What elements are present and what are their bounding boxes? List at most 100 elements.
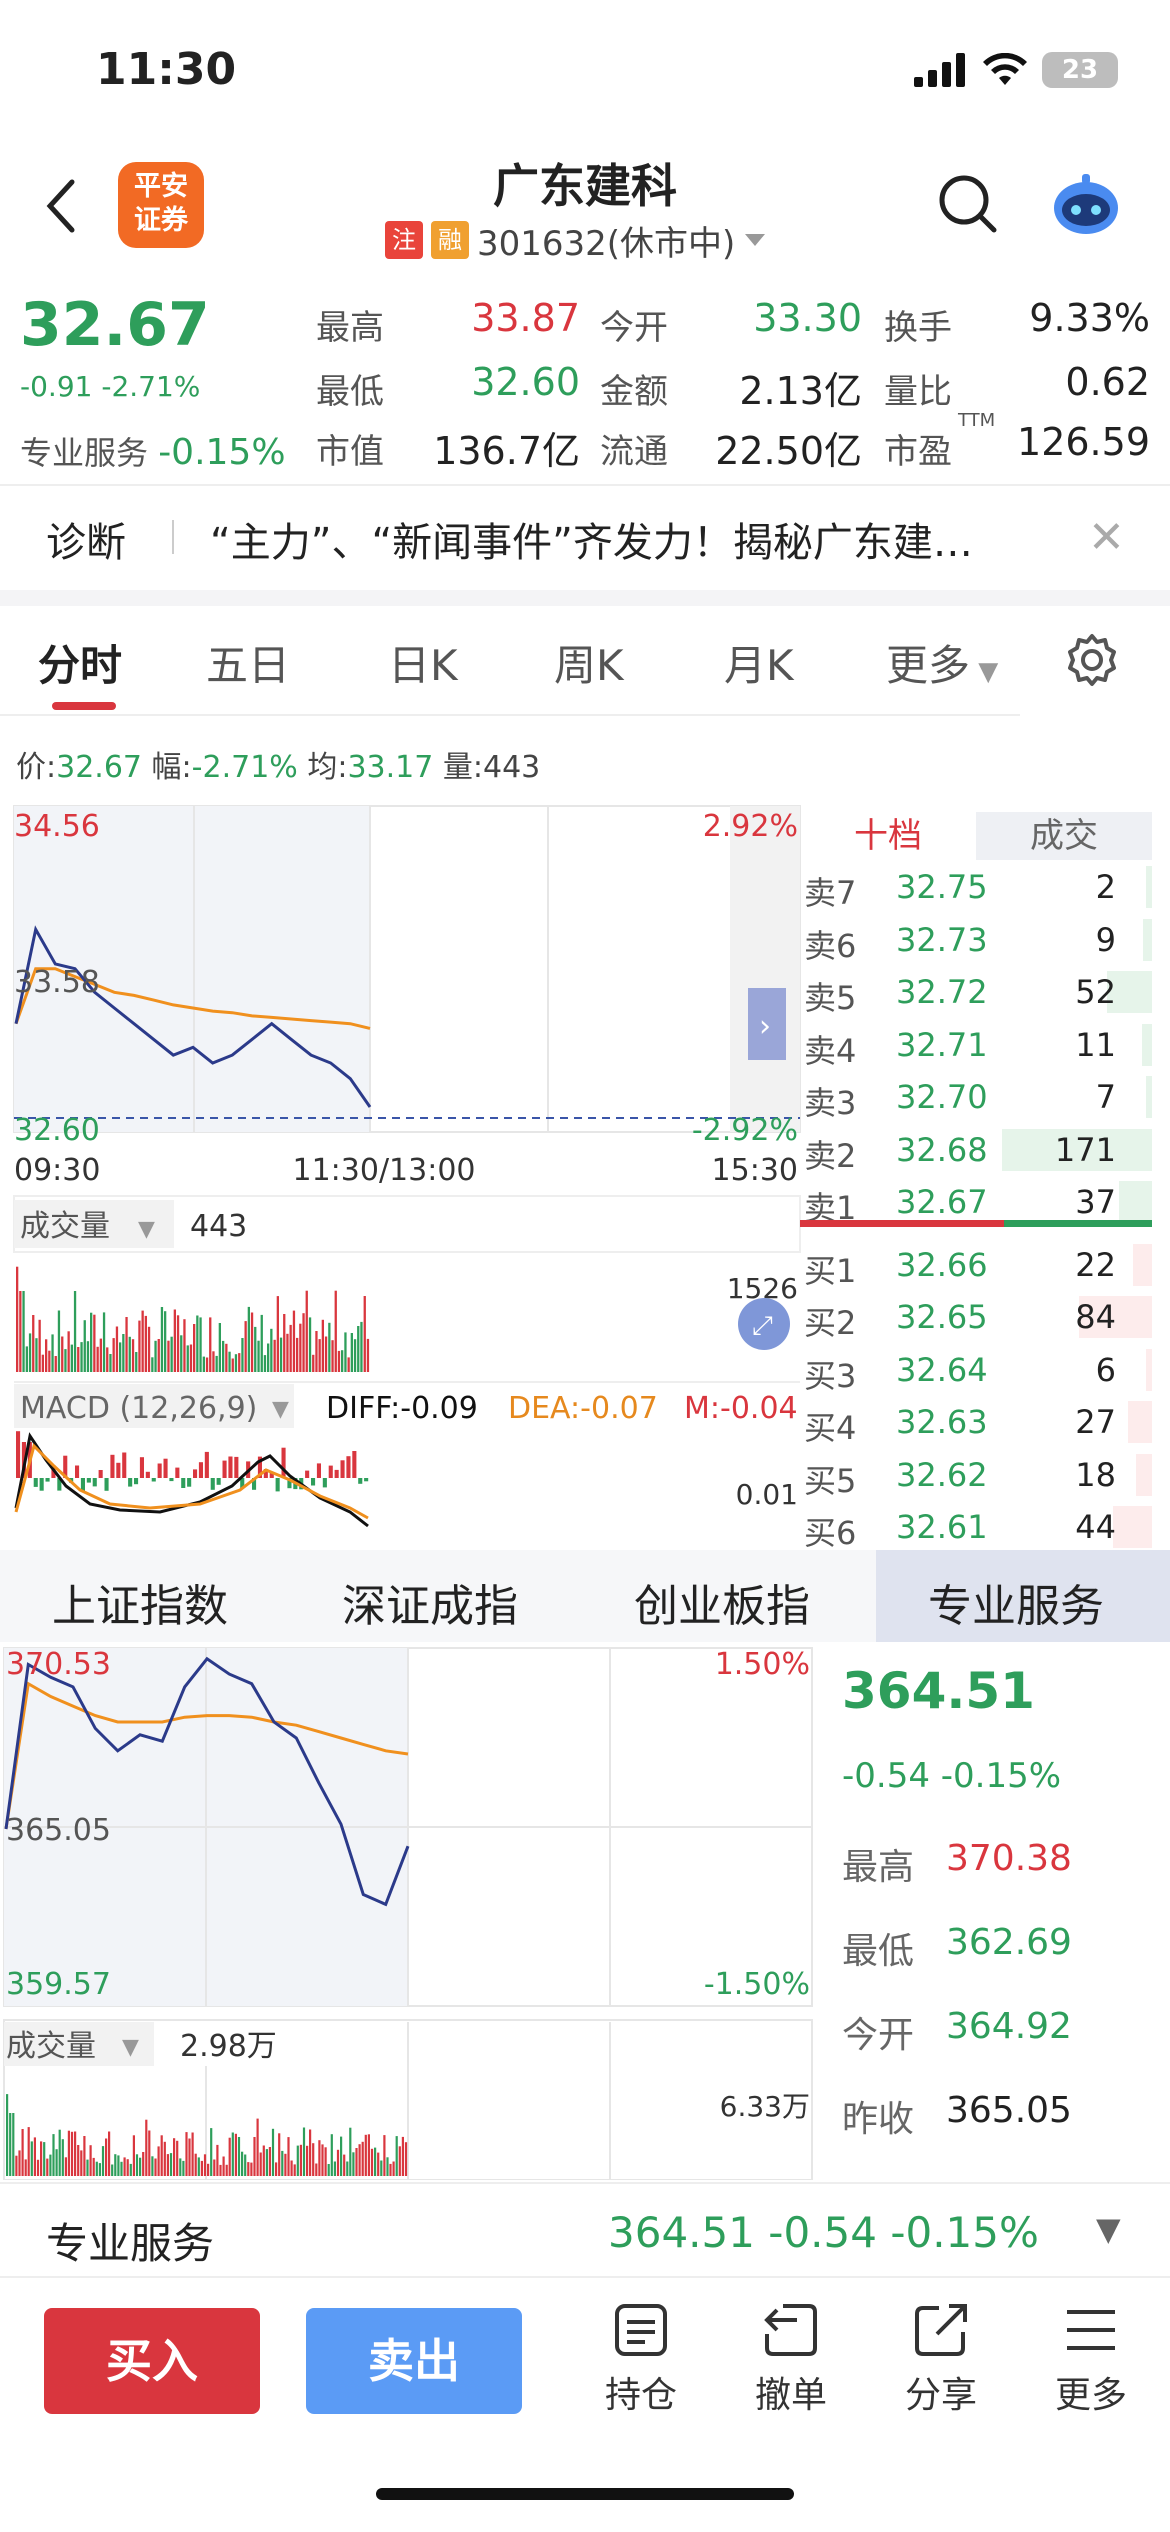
volume-bar (114, 2154, 117, 2176)
volume-bar (284, 2153, 287, 2176)
volume-bar (241, 1338, 244, 1372)
bid-row[interactable]: 买5 32.62 18 (800, 1448, 1152, 1500)
volume-bar (148, 2130, 151, 2176)
tab-trades[interactable]: 成交 (976, 812, 1152, 860)
tab-monthly-k[interactable]: 月K (724, 632, 794, 693)
ask-bid-divider (1004, 1220, 1152, 1227)
volume-bar (160, 2135, 163, 2176)
ask-row[interactable]: 卖7 32.75 2 (800, 860, 1152, 912)
search-icon[interactable] (934, 170, 1002, 238)
more-button[interactable]: 更多 (1026, 2300, 1156, 2418)
volume-bar (231, 2132, 234, 2176)
order-price: 32.73 (896, 920, 988, 959)
depth-bar (1132, 1243, 1152, 1286)
volume-bar (234, 1354, 238, 1372)
sector-name[interactable]: 专业服务 (46, 2210, 214, 2271)
intraday-chart[interactable]: 34.56 33.58 32.60 2.92% -2.92% › 09:30 1… (0, 796, 804, 1556)
volume-bar (257, 1340, 260, 1372)
volume-bar (134, 1478, 139, 1485)
sector-change[interactable]: 专业服务 -0.15% (20, 428, 286, 474)
caret-down-icon: ▼ (970, 657, 999, 687)
volume-bar (54, 1356, 57, 1372)
volume-bar (276, 1296, 279, 1372)
volume-bar (212, 1351, 215, 1372)
volume-bar (49, 2154, 52, 2176)
more-menu-icon (1067, 2310, 1115, 2350)
tab-shanghai-index[interactable]: 上证指数 (52, 1570, 228, 1634)
tab-daily-k[interactable]: 日K (388, 632, 458, 693)
order-price: 32.71 (896, 1025, 988, 1064)
volume-bar (346, 2161, 349, 2176)
volume-bar (207, 2163, 210, 2176)
volume-bar (222, 1460, 227, 1478)
news-headline[interactable]: “主力”、“新闻事件”齐发力！揭秘广东建… (210, 510, 1060, 568)
quote-field-label: 市盈 (884, 432, 952, 472)
ask-row[interactable]: 卖3 32.70 7 (800, 1070, 1152, 1122)
order-price: 32.72 (896, 973, 988, 1011)
buy-button[interactable]: 买入 (44, 2308, 260, 2414)
tab-more[interactable]: 更多 ▼ (886, 632, 998, 693)
volume-bar (95, 2161, 98, 2176)
volume-bar (105, 2138, 108, 2176)
tab-intraday[interactable]: 分时 (38, 632, 122, 693)
volume-bar (61, 2139, 64, 2176)
volume-bar (157, 1339, 160, 1372)
tab-shenzhen-index[interactable]: 深证成指 (342, 1570, 518, 1634)
caret-down-icon[interactable]: ▼ (1096, 2210, 1121, 2248)
index-chart[interactable]: 370.53 365.05 359.57 1.50% -1.50% 成交量 ▼ … (0, 1644, 820, 2180)
volume-bar (125, 1317, 128, 1372)
volume-bar (151, 1357, 154, 1372)
quote-field-value: 2.13亿 (739, 369, 862, 413)
bid-row[interactable]: 买3 32.64 6 (800, 1343, 1152, 1395)
tab-weekly-k[interactable]: 周K (554, 632, 624, 693)
ask-row[interactable]: 卖6 32.73 9 (800, 913, 1152, 965)
settings-gear-icon[interactable] (1064, 632, 1120, 688)
status-time: 11:30 (96, 44, 237, 95)
volume-bar (244, 2154, 247, 2176)
volume-bar (340, 2136, 343, 2176)
depth-bar (1146, 1076, 1152, 1118)
expand-icon: ⤢ (752, 1311, 773, 1341)
volume-bar (273, 1339, 276, 1372)
ask-row[interactable]: 卖4 32.71 11 (800, 1018, 1152, 1070)
volume-bar (70, 2131, 74, 2176)
stock-code-selector[interactable]: 注 融 301632(休市中) (385, 218, 767, 264)
cancel-order-button[interactable]: 撤单 (726, 2300, 856, 2418)
tab-order-book[interactable]: 十档 (800, 812, 976, 860)
bid-row[interactable]: 买1 32.66 22 (800, 1238, 1152, 1290)
share-button[interactable]: 分享 (876, 2300, 1006, 2418)
tab-sector-professional-services[interactable]: 专业服务 (928, 1570, 1104, 1634)
volume-bar (374, 2147, 377, 2176)
tab-five-day[interactable]: 五日 (206, 632, 290, 693)
volume-bar (202, 1356, 205, 1372)
volume-bar (340, 1460, 345, 1478)
sell-button[interactable]: 卖出 (306, 2308, 522, 2414)
volume-bar (361, 2141, 364, 2176)
volume-bar (86, 1341, 90, 1372)
amp-value: -2.71% (191, 750, 298, 785)
volume-bar (18, 2150, 21, 2176)
vol-value: 443 (483, 750, 541, 785)
volume-bar (126, 2159, 129, 2176)
tab-chinext-index[interactable]: 创业板指 (634, 1570, 810, 1634)
bid-row[interactable]: 买2 32.65 84 (800, 1290, 1152, 1342)
volume-bar (131, 1339, 135, 1372)
quote-field-value: 33.87 (471, 296, 580, 340)
close-icon[interactable]: ✕ (1088, 512, 1125, 563)
quote-field-value: 22.50亿 (715, 429, 862, 473)
ask-row[interactable]: 卖2 32.68 171 (800, 1123, 1152, 1175)
caret-down-icon: ▼ (122, 2035, 139, 2060)
volume-bar (228, 1456, 233, 1478)
volume-bar (40, 2141, 43, 2176)
volume-bar (278, 2133, 281, 2176)
bid-row[interactable]: 买4 32.63 27 (800, 1395, 1152, 1447)
volume-bar (241, 2151, 244, 2176)
volume-bar (312, 1354, 315, 1372)
robot-assistant-icon[interactable] (1048, 170, 1124, 238)
diagnosis-label[interactable]: 诊断 (46, 510, 126, 568)
volume-bar (318, 2140, 321, 2176)
volume-bar (43, 2142, 46, 2176)
ask-row[interactable]: 卖5 32.72 52 (800, 965, 1152, 1017)
holdings-button[interactable]: 持仓 (576, 2300, 706, 2418)
bid-row[interactable]: 买6 32.61 44 (800, 1500, 1152, 1552)
